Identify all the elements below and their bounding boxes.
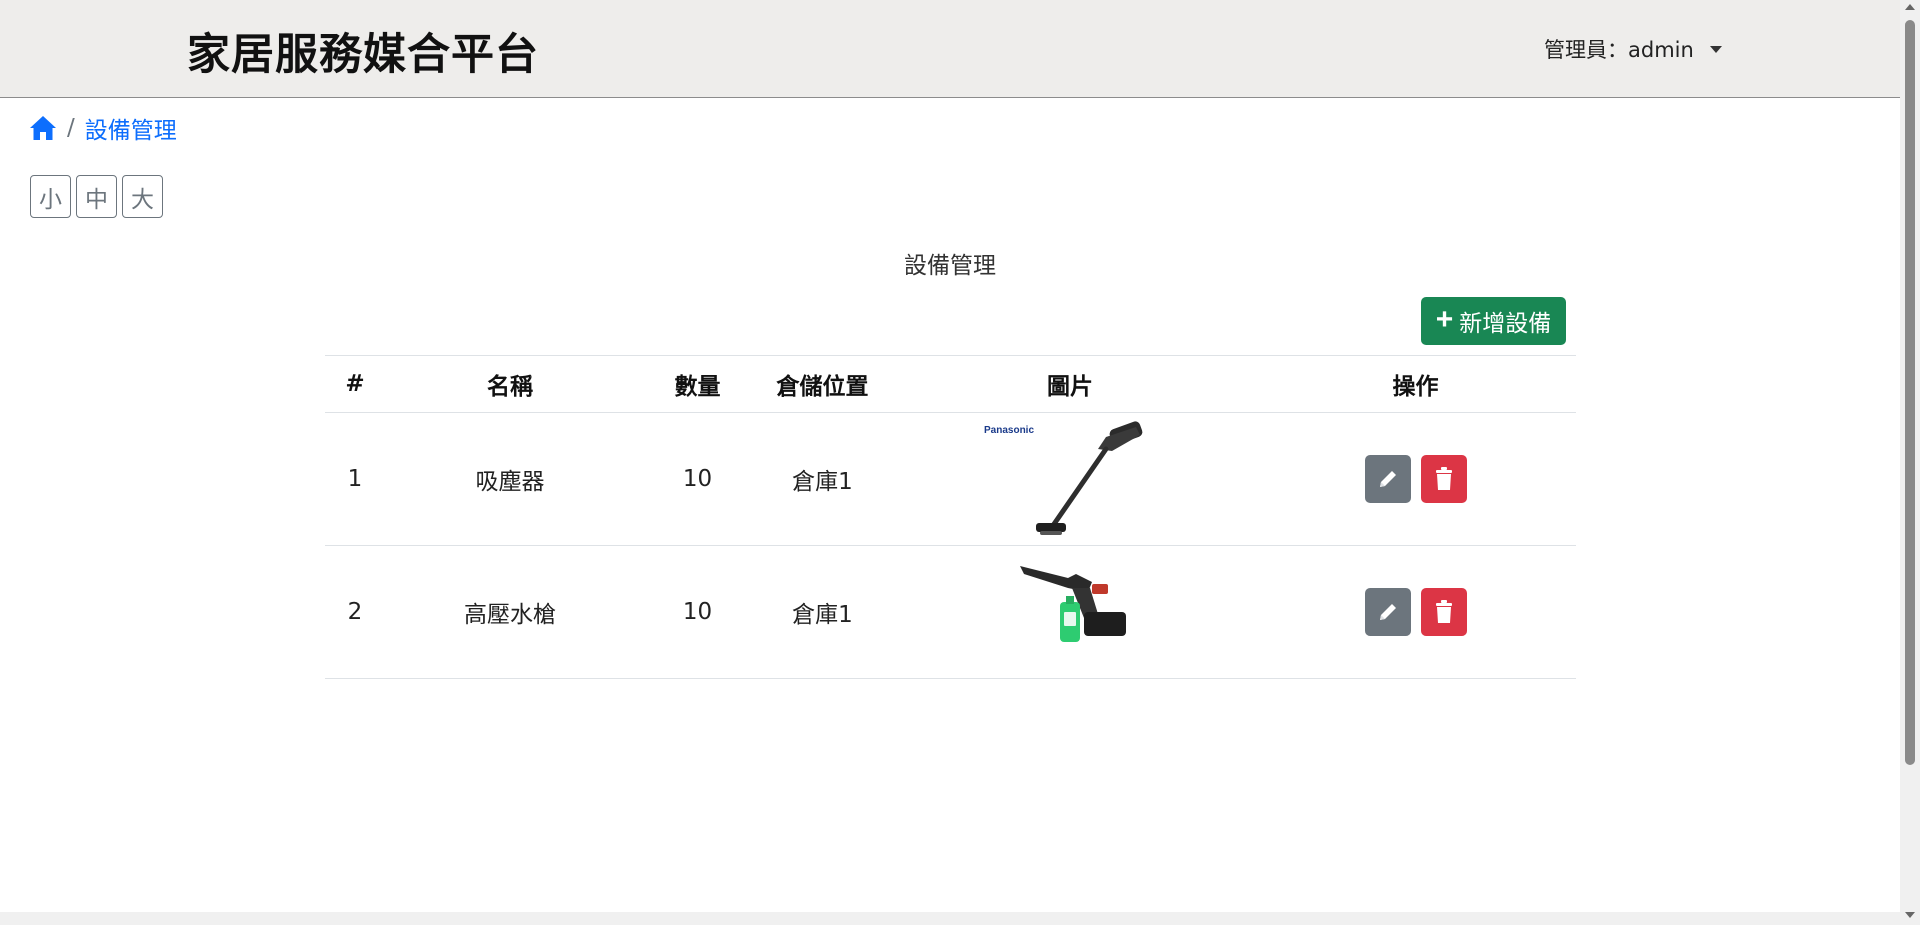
column-header-image: 圖片 xyxy=(885,355,1255,413)
row-image-cell: Panasonic xyxy=(885,412,1255,546)
home-icon[interactable] xyxy=(29,115,57,141)
row-quantity: 10 xyxy=(635,545,760,679)
breadcrumb: / 設備管理 xyxy=(29,111,177,145)
plus-icon: + xyxy=(1435,302,1454,336)
edit-button[interactable] xyxy=(1364,588,1411,636)
row-name: 高壓水槍 xyxy=(385,545,635,679)
font-size-small-button[interactable]: 小 xyxy=(30,175,71,218)
image-brand-logo: Panasonic xyxy=(984,425,1034,436)
add-equipment-button[interactable]: + 新增設備 xyxy=(1421,297,1566,345)
breadcrumb-separator: / xyxy=(67,115,75,141)
top-navbar: 家居服務媒合平台 管理員：admin xyxy=(0,0,1900,98)
scrollbar-thumb[interactable] xyxy=(1905,20,1915,765)
row-location: 倉庫1 xyxy=(760,412,885,546)
delete-button[interactable] xyxy=(1420,588,1467,636)
font-size-large-button[interactable]: 大 xyxy=(122,175,163,218)
trash-icon xyxy=(1435,600,1452,623)
table-row: 2 高壓水槍 10 倉庫1 xyxy=(325,545,1576,679)
row-image-cell xyxy=(885,545,1255,679)
column-header-actions: 操作 xyxy=(1255,355,1576,413)
row-name: 吸塵器 xyxy=(385,412,635,546)
bottom-edge xyxy=(0,912,1900,925)
font-size-controls: 小 中 大 xyxy=(30,175,163,218)
column-header-name: 名稱 xyxy=(385,355,635,413)
pencil-icon xyxy=(1379,471,1396,487)
pencil-icon xyxy=(1379,604,1396,620)
column-header-quantity: 數量 xyxy=(635,355,760,413)
site-brand[interactable]: 家居服務媒合平台 xyxy=(187,20,539,82)
row-actions xyxy=(1255,412,1576,546)
scroll-down-arrow-icon[interactable] xyxy=(1905,912,1915,918)
caret-down-icon xyxy=(1709,45,1722,53)
table-row: 1 吸塵器 10 倉庫1 Panasonic xyxy=(325,412,1576,546)
add-equipment-label: 新增設備 xyxy=(1459,310,1552,336)
column-header-index: # xyxy=(325,355,385,413)
vertical-scrollbar[interactable] xyxy=(1900,0,1920,925)
edit-button[interactable] xyxy=(1364,455,1411,503)
equipment-table: # 名稱 數量 倉儲位置 圖片 操作 1 吸塵器 10 倉庫1 Panasoni… xyxy=(325,355,1576,679)
delete-button[interactable] xyxy=(1420,455,1467,503)
vacuum-cleaner-image: Panasonic xyxy=(984,421,1143,535)
column-header-location: 倉儲位置 xyxy=(760,355,885,413)
trash-icon xyxy=(1435,467,1452,490)
user-dropdown-label: 管理員：admin xyxy=(1544,38,1694,62)
row-index: 1 xyxy=(325,412,385,546)
font-size-medium-button[interactable]: 中 xyxy=(76,175,117,218)
page-title: 設備管理 xyxy=(904,253,996,279)
table-header-row: # 名稱 數量 倉儲位置 圖片 操作 xyxy=(325,355,1576,413)
user-dropdown[interactable]: 管理員：admin xyxy=(1544,34,1722,64)
pressure-washer-image xyxy=(1020,566,1126,642)
row-actions xyxy=(1255,545,1576,679)
row-index: 2 xyxy=(325,545,385,679)
row-quantity: 10 xyxy=(635,412,760,546)
scroll-up-arrow-icon[interactable] xyxy=(1905,4,1915,10)
breadcrumb-current[interactable]: 設備管理 xyxy=(85,111,177,145)
row-location: 倉庫1 xyxy=(760,545,885,679)
